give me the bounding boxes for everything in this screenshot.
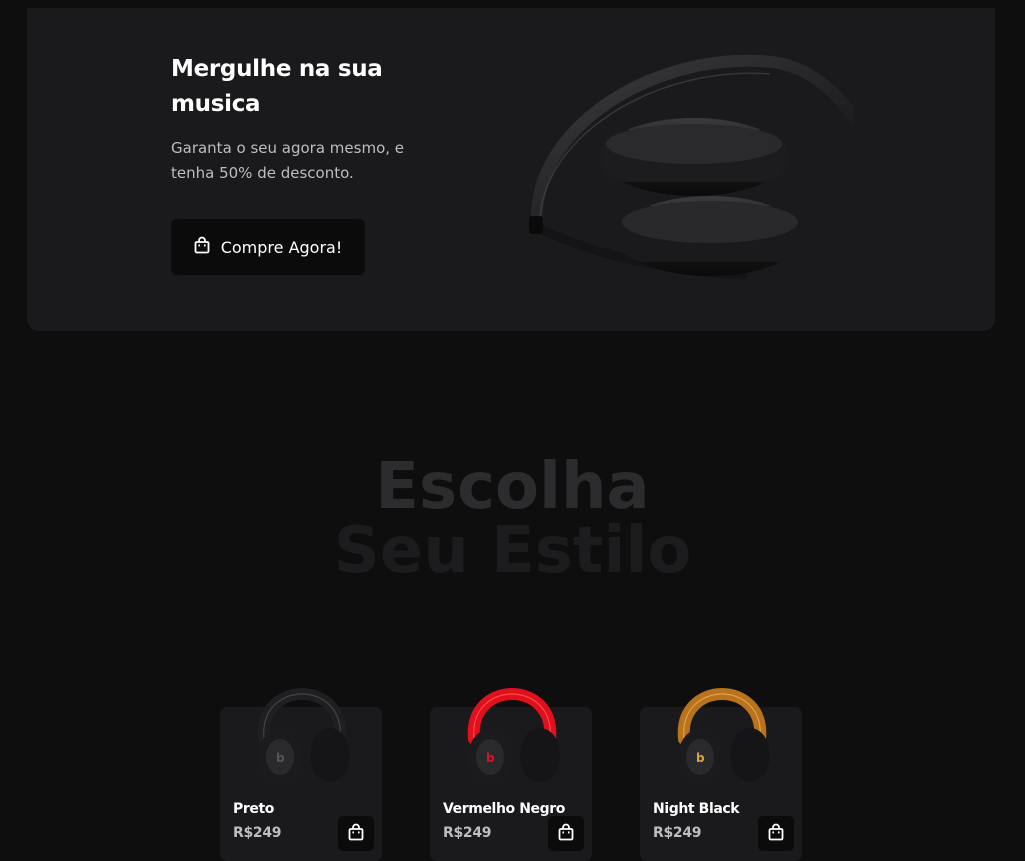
product-card[interactable]: b Preto R$249 — [220, 688, 382, 861]
product-price: R$249 — [443, 825, 492, 841]
svg-text:b: b — [276, 751, 285, 765]
section-title: Escolha Seu Estilo — [0, 455, 1025, 583]
product-name: Night Black — [653, 801, 740, 817]
product-name: Preto — [233, 801, 274, 817]
product-price: R$249 — [233, 825, 282, 841]
shopping-bag-icon — [558, 823, 574, 845]
svg-text:b: b — [696, 751, 705, 765]
section-title-line2: Seu Estilo — [333, 514, 692, 588]
svg-text:b: b — [486, 751, 495, 765]
add-to-cart-button[interactable] — [338, 816, 374, 851]
headphones-image: b — [257, 688, 350, 785]
buy-now-label: Compre Agora! — [220, 237, 343, 257]
product-name: Vermelho Negro — [443, 801, 565, 817]
headphones-image: b — [467, 688, 560, 785]
add-to-cart-button[interactable] — [548, 816, 584, 851]
add-to-cart-button[interactable] — [758, 816, 794, 851]
product-card[interactable]: b Vermelho Negro R$249 — [430, 688, 592, 861]
buy-now-button[interactable]: Compre Agora! — [171, 219, 365, 275]
hero-description: Garanta o seu agora mesmo, e tenha 50% d… — [171, 139, 405, 182]
product-card[interactable]: b Night Black R$249 — [640, 688, 802, 861]
shopping-bag-icon — [194, 236, 210, 258]
hero-title: Mergulhe na sua musica — [171, 56, 383, 117]
folded-headphones-image — [527, 54, 854, 280]
headphones-image: b — [677, 688, 770, 785]
hero-banner: Mergulhe na sua musica Garanta o seu ago… — [27, 8, 995, 331]
shopping-bag-icon — [768, 823, 784, 845]
section-title-line1: Escolha — [375, 450, 650, 524]
shopping-bag-icon — [348, 823, 364, 845]
product-price: R$249 — [653, 825, 702, 841]
